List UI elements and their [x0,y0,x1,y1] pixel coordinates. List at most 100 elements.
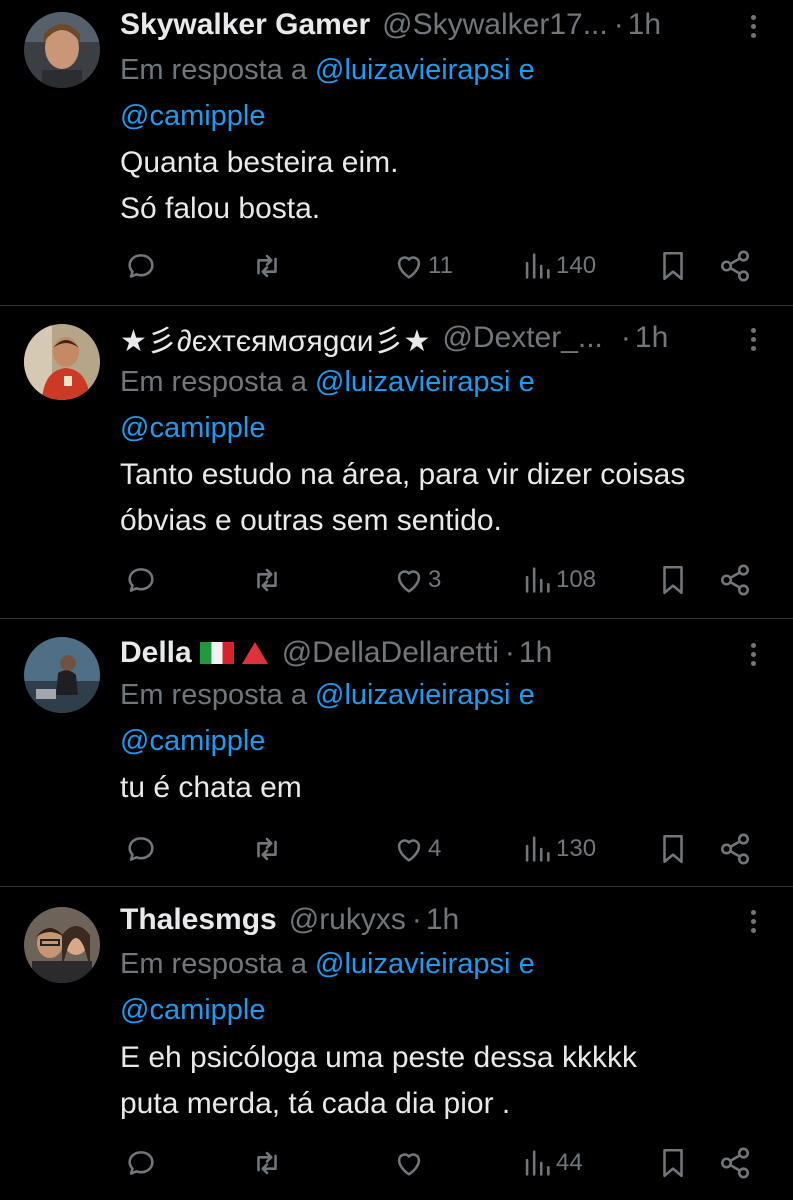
avatar-photo-icon [24,907,100,983]
more-options-icon[interactable] [743,634,763,674]
display-name[interactable]: Thalesmgs [120,903,277,937]
avatar-photo-icon [24,637,100,713]
bookmark-button[interactable] [656,1143,690,1183]
separator-dot: · [620,321,631,354]
mention-link[interactable]: @camipple [120,412,266,444]
tweet-header: Della @DellaDellaretti · 1h [120,631,733,675]
tweet-text-line: óbvias e outras sem sentido. [120,504,502,537]
more-options-icon[interactable] [743,901,763,941]
timestamp[interactable]: 1h [426,903,459,937]
retweet-button[interactable] [250,246,284,286]
reply-button[interactable] [124,1143,158,1183]
tweet[interactable]: Thalesmgs @rukyxs · 1h Em resposta a @lu… [0,887,793,1200]
tweet-header: Thalesmgs @rukyxs · 1h [120,898,733,942]
display-name[interactable]: Skywalker Gamer [120,8,370,42]
like-count: 11 [428,252,453,279]
like-button[interactable]: 4 [392,829,441,869]
reply-button[interactable] [124,246,158,286]
views-button[interactable]: 130 [520,829,596,869]
retweet-button[interactable] [250,560,284,600]
reply-icon [128,1151,154,1175]
like-button[interactable]: 3 [392,560,441,600]
reply-button[interactable] [124,829,158,869]
name-emoji-group [199,640,270,666]
views-icon [525,567,550,593]
mention-link[interactable]: @luizavieirapsi [315,366,510,398]
bookmark-button[interactable] [656,246,690,286]
mention-link[interactable]: @luizavieirapsi [315,679,510,711]
share-icon [720,1147,750,1179]
retweet-icon [257,568,277,592]
share-button[interactable] [718,560,752,600]
like-button[interactable] [392,1143,428,1183]
more-options-icon[interactable] [743,6,763,46]
tweet[interactable]: ★彡∂єxтєямσяgαи彡★ @Dexter_... · 1h Em res… [0,306,793,618]
separator-dot: · [613,8,624,41]
views-button[interactable]: 140 [520,246,596,286]
share-button[interactable] [718,1143,752,1183]
red-triangle-icon [241,642,268,664]
views-button[interactable]: 108 [520,560,596,600]
avatar[interactable] [24,12,100,88]
tweet-text-line: Só falou bosta. [120,192,321,225]
reply-context: Em resposta a @luizavieirapsi e @camippl… [120,359,753,451]
retweet-button[interactable] [250,829,284,869]
retweet-icon [257,254,277,278]
display-name[interactable]: Della [120,636,192,670]
user-handle[interactable]: @DellaDellaretti [282,636,499,670]
share-icon [720,833,750,865]
mention-link[interactable]: @luizavieirapsi [315,948,510,980]
more-options-icon[interactable] [743,319,763,359]
avatar-photo-icon [24,324,100,400]
action-bar: 11 140 [0,246,793,286]
separator-dot: · [504,636,515,669]
views-button[interactable]: 44 [520,1143,583,1183]
reply-prefix: Em resposta a [120,679,307,711]
mention-link[interactable]: @luizavieirapsi [315,54,510,86]
retweet-icon [257,837,277,861]
heart-icon [397,256,421,279]
mention-link[interactable]: @camipple [120,725,266,757]
view-count: 130 [556,835,597,862]
user-handle[interactable]: @rukyxs [289,903,406,937]
view-count: 108 [556,566,597,593]
timestamp[interactable]: 1h [635,321,668,355]
tweet-text-line: Tanto estudo na área, para vir dizer coi… [120,458,686,491]
reply-button[interactable] [124,560,158,600]
tweet-text: tu é chata em [120,765,773,811]
retweet-button[interactable] [250,1143,284,1183]
reply-context: Em resposta a @luizavieirapsi e @camippl… [120,47,753,139]
action-bar: 4 130 [0,829,793,869]
avatar-photo-icon [24,12,100,88]
tweet-header: Skywalker Gamer @Skywalker17... · 1h [120,3,733,47]
share-icon [720,250,750,282]
italy-flag-icon [199,642,234,664]
tweet-text: Quanta besteira eim. Só falou bosta. [120,140,773,232]
like-button[interactable]: 11 [392,246,453,286]
share-button[interactable] [718,246,752,286]
avatar[interactable] [24,907,100,983]
user-handle[interactable]: @Dexter_... [442,321,603,355]
mention-link[interactable]: @camipple [120,994,266,1026]
reply-conjunction: e [518,54,535,86]
mention-link[interactable]: @camipple [120,100,266,132]
share-button[interactable] [718,829,752,869]
bookmark-icon [663,251,683,281]
avatar[interactable] [24,324,100,400]
timestamp[interactable]: 1h [628,8,661,42]
tweet[interactable]: Della @DellaDellaretti · 1h Em resposta … [0,619,793,886]
tweet[interactable]: Skywalker Gamer @Skywalker17... · 1h Em … [0,0,793,305]
timestamp[interactable]: 1h [519,636,552,670]
user-handle[interactable]: @Skywalker17... [382,8,608,42]
tweet-text: E eh psicóloga uma peste dessa kkkkk put… [120,1035,773,1127]
reply-prefix: Em resposta a [120,366,307,398]
reply-icon [128,568,154,592]
display-name[interactable]: ★彡∂єxтєямσяgαи彡★ [120,316,430,360]
tweet-text-line: Quanta besteira eim. [120,146,399,179]
bookmark-button[interactable] [656,829,690,869]
tweet-text-line: tu é chata em [120,771,302,804]
like-count: 4 [428,835,442,862]
bookmark-button[interactable] [656,560,690,600]
avatar[interactable] [24,637,100,713]
tweet-text-line: puta merda, tá cada dia pior . [120,1087,511,1120]
